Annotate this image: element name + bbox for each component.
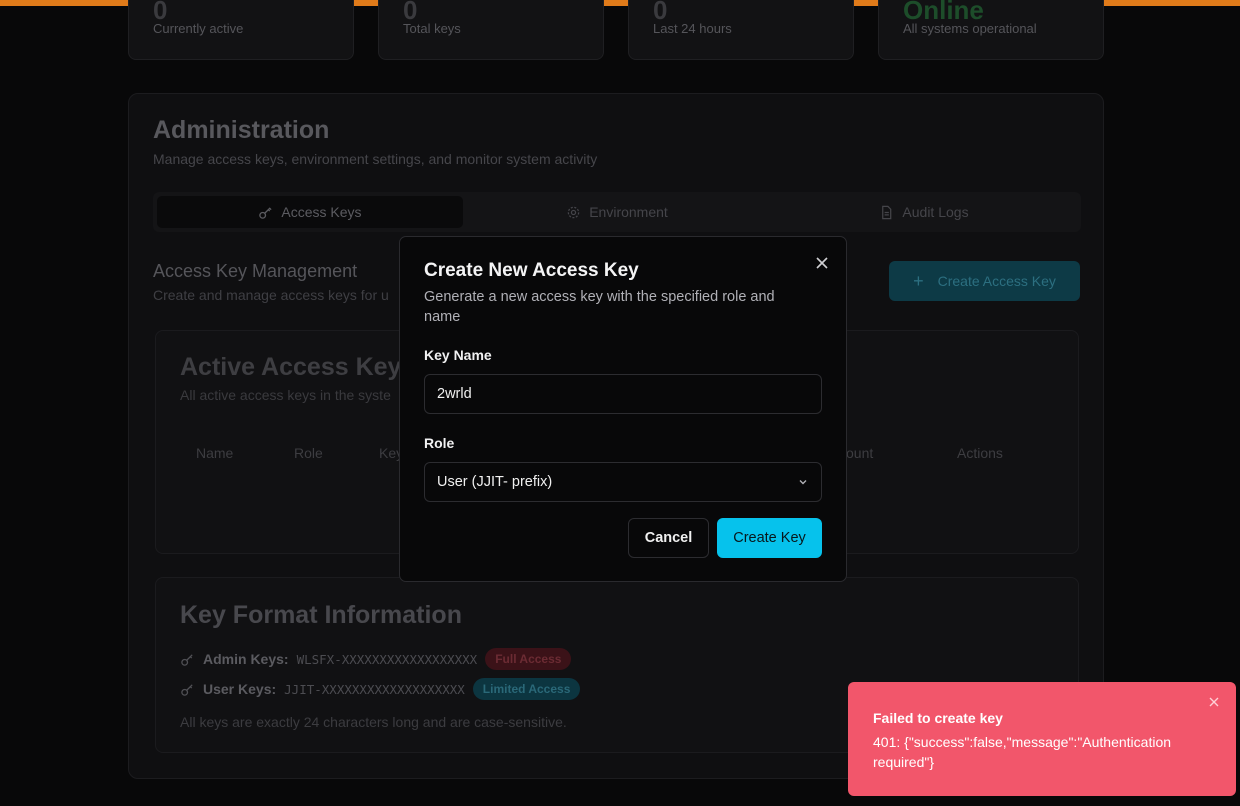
column-header-actions: Actions bbox=[957, 445, 1003, 461]
format-label: User Keys: bbox=[203, 681, 277, 697]
admin-tabs: Access Keys Environment Audit Logs bbox=[153, 192, 1081, 232]
create-key-dialog: Create New Access Key Generate a new acc… bbox=[399, 236, 847, 582]
create-access-key-button[interactable]: + Create Access Key bbox=[889, 261, 1080, 301]
stat-card-status: Online All systems operational bbox=[878, 0, 1104, 60]
stat-label: All systems operational bbox=[903, 21, 1037, 36]
error-toast: Failed to create key 401: {"success":fal… bbox=[848, 682, 1236, 796]
role-select[interactable]: User (JJIT- prefix) bbox=[424, 462, 822, 502]
key-format-title: Key Format Information bbox=[180, 601, 462, 629]
admin-key-format-row: Admin Keys: WLSFX-XXXXXXXXXXXXXXXXXX Ful… bbox=[180, 648, 572, 670]
page: 0 Currently active 0 Total keys 0 Last 2… bbox=[0, 0, 1240, 806]
tab-label: Environment bbox=[589, 204, 668, 220]
tab-access-keys[interactable]: Access Keys bbox=[157, 196, 463, 228]
stat-label: Total keys bbox=[403, 21, 461, 36]
column-header-role: Role bbox=[294, 445, 323, 461]
cancel-button[interactable]: Cancel bbox=[628, 518, 709, 558]
tab-label: Access Keys bbox=[281, 204, 362, 220]
limited-access-badge: Limited Access bbox=[472, 678, 581, 700]
key-icon bbox=[181, 683, 193, 696]
format-pattern: WLSFX-XXXXXXXXXXXXXXXXXX bbox=[296, 651, 478, 667]
key-name-label: Key Name bbox=[424, 347, 492, 363]
document-icon bbox=[882, 205, 892, 219]
dialog-title: Create New Access Key bbox=[424, 260, 639, 281]
close-icon bbox=[816, 257, 828, 269]
plus-icon: + bbox=[913, 270, 924, 291]
dialog-description: Generate a new access key with the speci… bbox=[424, 289, 775, 325]
stat-card-active: 0 Currently active bbox=[128, 0, 354, 60]
management-title: Access Key Management bbox=[153, 261, 358, 281]
stat-label: Currently active bbox=[153, 21, 244, 36]
gear-icon bbox=[567, 206, 580, 218]
management-subtitle: Create and manage access keys for u bbox=[153, 287, 389, 303]
key-icon bbox=[259, 206, 273, 219]
toast-title: Failed to create key bbox=[873, 710, 1003, 726]
tab-environment[interactable]: Environment bbox=[464, 196, 770, 228]
format-pattern: JJIT-XXXXXXXXXXXXXXXXXXX bbox=[284, 681, 465, 697]
tab-audit-logs[interactable]: Audit Logs bbox=[771, 196, 1077, 228]
key-icon bbox=[181, 653, 193, 666]
stat-label: Last 24 hours bbox=[653, 21, 732, 36]
column-header-count: ount bbox=[846, 445, 874, 461]
stat-card-total: 0 Total keys bbox=[378, 0, 604, 60]
user-key-format-row: User Keys: JJIT-XXXXXXXXXXXXXXXXXXX Limi… bbox=[180, 678, 581, 700]
tab-label: Audit Logs bbox=[902, 204, 969, 220]
toast-close-button[interactable] bbox=[1206, 694, 1222, 710]
role-select-value: User (JJIT- prefix) bbox=[437, 474, 553, 490]
stat-card-recent: 0 Last 24 hours bbox=[628, 0, 854, 60]
create-key-button[interactable]: Create Key bbox=[717, 518, 822, 558]
toast-message: 401: {"success":false,"message":"Authent… bbox=[873, 734, 1172, 770]
key-name-input[interactable] bbox=[424, 374, 822, 414]
format-label: Admin Keys: bbox=[203, 651, 289, 667]
key-format-note: All keys are exactly 24 characters long … bbox=[180, 714, 567, 730]
column-header-name: Name bbox=[196, 445, 234, 461]
admin-subtitle: Manage access keys, environment settings… bbox=[153, 151, 598, 167]
active-keys-title: Active Access Keys bbox=[180, 353, 416, 381]
create-access-key-label: Create Access Key bbox=[937, 273, 1056, 289]
chevron-down-icon bbox=[799, 480, 807, 485]
close-dialog-button[interactable] bbox=[812, 253, 832, 273]
full-access-badge: Full Access bbox=[485, 648, 572, 670]
active-keys-subtitle: All active access keys in the syste bbox=[180, 387, 391, 403]
close-icon bbox=[1209, 697, 1219, 707]
role-label: Role bbox=[424, 435, 455, 451]
admin-title: Administration bbox=[153, 116, 330, 144]
